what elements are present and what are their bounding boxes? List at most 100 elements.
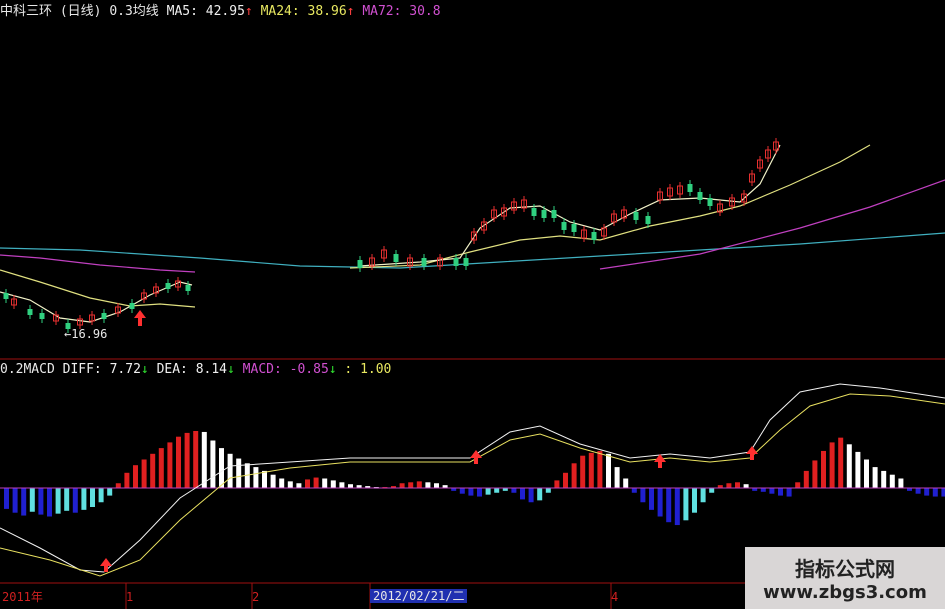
- macd-bar: [631, 488, 637, 493]
- macd-bar: [253, 467, 259, 488]
- macd-bar: [640, 488, 646, 503]
- candle: [697, 192, 703, 200]
- macd-bar: [932, 488, 938, 497]
- macd-bar: [150, 453, 156, 488]
- macd-bar: [855, 451, 861, 488]
- macd-bar: [545, 488, 551, 493]
- ma-label: 0.3均线: [109, 4, 159, 19]
- macd-bar: [511, 488, 517, 493]
- dea-down-arrow-icon: ↓: [227, 362, 235, 377]
- watermark-title: 指标公式网: [795, 557, 895, 581]
- dea-value: DEA: 8.14: [156, 362, 228, 377]
- candle: [39, 313, 45, 319]
- macd-bar: [915, 488, 921, 494]
- price-panel-header: 中科三环 (日线) 0.3均线 MA5: 42.95↑ MA24: 38.96↑…: [0, 4, 441, 20]
- macd-bar: [279, 478, 285, 488]
- macd-bar: [692, 488, 697, 513]
- ma72-line-left: [0, 254, 196, 273]
- macd-down-arrow-icon: ↓: [328, 362, 337, 377]
- candle: [551, 210, 557, 218]
- macd-bar: [184, 432, 190, 488]
- macd-bar: [219, 448, 224, 488]
- macd-bar: [399, 483, 405, 488]
- macd-bar: [864, 459, 869, 488]
- macd-bar: [709, 488, 715, 493]
- candle: [463, 258, 469, 266]
- macd-bar: [313, 477, 319, 488]
- macd-bar: [846, 444, 852, 488]
- low-price-label: ←16.96: [64, 327, 108, 341]
- candle: [3, 293, 9, 299]
- macd-bar: [726, 483, 732, 488]
- macd-bar: [838, 437, 844, 488]
- macd-bar: [666, 488, 672, 523]
- macd-bar: [425, 482, 431, 488]
- macd-bar: [700, 488, 706, 503]
- macd-bar: [227, 453, 233, 488]
- candle: [707, 198, 713, 206]
- watermark: 指标公式网 www.zbgs3.com: [745, 547, 945, 609]
- stock-title: 中科三环 (日线): [0, 4, 102, 19]
- macd-bar: [55, 488, 61, 514]
- up-arrow-icon: [134, 310, 146, 326]
- macd-bar: [554, 480, 560, 488]
- macd-extra-value: : 1.00: [344, 362, 392, 377]
- macd-bar: [141, 459, 147, 488]
- cursor-date-label: 2012/02/21/二: [370, 589, 468, 603]
- macd-bar: [158, 448, 164, 488]
- macd-bar: [563, 472, 568, 488]
- macd-bar: [468, 488, 474, 496]
- ma5-line-left: [0, 281, 193, 323]
- macd-bar: [38, 488, 44, 515]
- macd-value: MACD: -0.85: [242, 362, 329, 377]
- candle: [165, 283, 171, 289]
- macd-bar: [614, 467, 620, 488]
- candle: [357, 260, 363, 268]
- macd-bar: [786, 488, 792, 497]
- macd-bar: [872, 467, 878, 488]
- signal-up-arrow-icon: [100, 558, 112, 572]
- macd-bar: [167, 442, 173, 488]
- xaxis-tick-1: 1: [126, 590, 134, 604]
- candle: [541, 210, 547, 218]
- macd-bar: [210, 440, 216, 488]
- macd-bar: [520, 488, 525, 500]
- macd-bar: [606, 453, 611, 488]
- macd-bar: [322, 478, 328, 488]
- macd-bar: [408, 482, 414, 488]
- macd-bar: [176, 436, 181, 488]
- macd-bar: [115, 483, 121, 488]
- macd-bar: [657, 488, 663, 517]
- macd-bar: [124, 472, 130, 488]
- macd-bar: [64, 488, 70, 511]
- candle: [561, 222, 567, 230]
- ma24-line: [349, 144, 871, 269]
- macd-bar: [803, 470, 809, 488]
- ma72-line: [599, 179, 945, 270]
- macd-bar: [21, 488, 27, 516]
- macd-bar: [193, 431, 199, 488]
- candle: [101, 313, 107, 319]
- candle: [633, 212, 639, 220]
- macd-bar: [485, 488, 491, 495]
- macd-bar: [571, 463, 577, 488]
- macd-bar: [29, 488, 35, 512]
- watermark-url: www.zbgs3.com: [763, 582, 927, 603]
- macd-bar: [537, 488, 543, 501]
- signal-up-arrow-icon: [654, 454, 666, 468]
- macd-bar: [339, 482, 345, 488]
- macd-bar: [881, 470, 887, 488]
- macd-bar: [743, 484, 749, 488]
- candle: [645, 216, 651, 224]
- macd-bar: [4, 488, 9, 509]
- candle: [687, 184, 693, 192]
- macd-bar: [201, 431, 207, 488]
- macd-bar: [795, 482, 801, 488]
- candle: [129, 303, 135, 309]
- stock-chart: [0, 138, 945, 609]
- macd-bar: [649, 488, 654, 510]
- macd-bar: [236, 458, 242, 488]
- macd-bar: [778, 488, 783, 496]
- macd-bar: [107, 488, 113, 496]
- ma24-up-arrow-icon: ↑: [346, 4, 355, 19]
